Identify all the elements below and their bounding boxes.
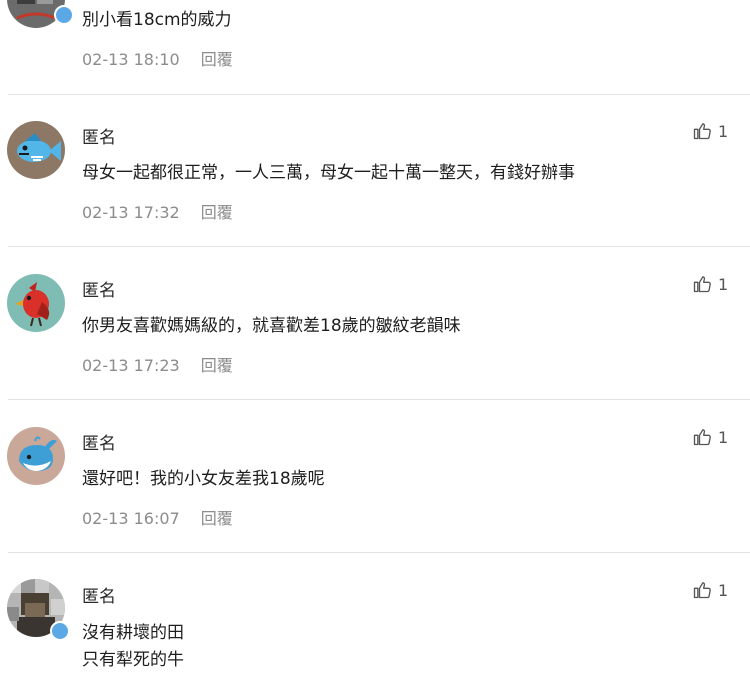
- thumbs-up-icon: [693, 123, 711, 140]
- thumbs-up-icon: [693, 429, 711, 446]
- comment-text-line: 沒有耕壞的田: [82, 623, 184, 643]
- thumbs-up-icon: [693, 582, 711, 599]
- comment-author: 匿名: [82, 128, 116, 148]
- like-button[interactable]: 1: [692, 427, 728, 447]
- comment-text: 母女一起都很正常，一人三萬，母女一起十萬一整天，有錢好辦事: [82, 163, 575, 183]
- avatar[interactable]: [7, 427, 65, 485]
- comment-time: 02-13 17:32: [82, 203, 180, 222]
- reply-button[interactable]: 回覆: [201, 203, 233, 222]
- divider: [8, 552, 750, 553]
- comment-time: 02-13 18:10: [82, 50, 180, 69]
- comment-author: 匿名: [82, 434, 116, 454]
- verified-badge-icon: [54, 5, 74, 25]
- avatar[interactable]: [7, 274, 65, 332]
- avatar[interactable]: [7, 121, 65, 179]
- whale-icon: [7, 427, 65, 485]
- comment-meta: 02-13 17:23 回覆: [82, 352, 233, 376]
- like-count: 1: [718, 427, 729, 447]
- comment-meta: 02-13 17:32 回覆: [82, 199, 233, 223]
- comment-time: 02-13 16:07: [82, 509, 180, 528]
- reply-button[interactable]: 回覆: [201, 509, 233, 528]
- thumbs-up-icon: [693, 276, 711, 293]
- comment-text: 你男友喜歡媽媽級的，就喜歡差18歲的皺紋老韻味: [82, 316, 461, 336]
- divider: [8, 94, 750, 95]
- comment-meta: 02-13 18:10 回覆: [82, 46, 233, 70]
- comment-time: 02-13 17:23: [82, 356, 180, 375]
- like-button[interactable]: 1: [692, 121, 728, 141]
- divider: [8, 399, 750, 400]
- divider: [8, 246, 750, 247]
- comment-text: 別小看18cm的威力: [82, 10, 232, 30]
- like-count: 1: [718, 274, 729, 294]
- like-count: 1: [718, 580, 729, 600]
- reply-button[interactable]: 回覆: [201, 50, 233, 69]
- verified-badge-icon: [50, 621, 70, 641]
- comment-author: 匿名: [82, 587, 116, 607]
- comment-meta: 02-13 16:07 回覆: [82, 505, 233, 529]
- like-button[interactable]: 1: [692, 580, 728, 600]
- like-button[interactable]: 1: [692, 274, 728, 294]
- reply-button[interactable]: 回覆: [201, 356, 233, 375]
- comment-text-line: 只有犁死的牛: [82, 650, 184, 670]
- like-count: 1: [718, 121, 729, 141]
- cardinal-bird-icon: [7, 274, 65, 332]
- fish-icon: [7, 121, 65, 179]
- comment-text: 還好吧！我的小女友差我18歲呢: [82, 469, 325, 489]
- comment-author: 匿名: [82, 281, 116, 301]
